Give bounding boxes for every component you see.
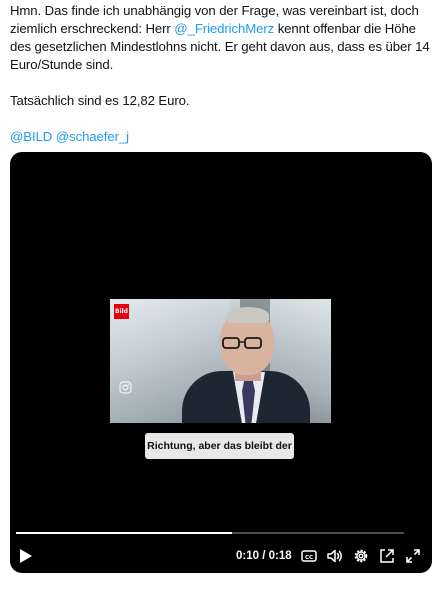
tweet-line-3: des gesetzlichen Mindestlohns nicht. Er … xyxy=(10,39,430,54)
speaker-hair xyxy=(227,307,269,323)
tweet-line-1: Hmn. Das finde ich unabhängig von der Fr… xyxy=(10,3,419,18)
fullscreen-icon[interactable] xyxy=(404,547,422,565)
volume-icon[interactable] xyxy=(326,547,344,565)
play-icon[interactable] xyxy=(19,548,33,564)
mention-bild-link[interactable]: @BILD xyxy=(10,129,52,144)
video-time: 0:10 / 0:18 xyxy=(236,550,292,562)
speaker-glasses xyxy=(222,337,262,349)
mention-friedrichmerz-link[interactable]: @_FriedrichMerz xyxy=(174,21,274,36)
popout-icon[interactable] xyxy=(378,547,396,565)
captions-icon[interactable]: CC xyxy=(300,547,318,565)
tweet-line-2-end: kennt offenbar die Höhe xyxy=(274,21,416,36)
tweet-line-4: Euro/Stunde sind. xyxy=(10,57,114,72)
video-frame[interactable]: Bild xyxy=(110,299,331,423)
progress-bar[interactable] xyxy=(16,532,404,534)
video-subtitle: Richtung, aber das bleibt der xyxy=(145,433,294,459)
settings-icon[interactable] xyxy=(352,547,370,565)
tweet-line-5: Tatsächlich sind es 12,82 Euro. xyxy=(10,93,190,108)
tweet-line-2: ziemlich erschreckend: Herr @_FriedrichM… xyxy=(10,20,438,38)
tweet-text: Hmn. Das finde ich unabhängig von der Fr… xyxy=(10,2,438,146)
video-player[interactable]: Bild Richtung, aber das bleibt der 0:10 … xyxy=(10,152,432,573)
progress-fill xyxy=(16,532,232,534)
tweet-mentions: @BILD @schaefer_j xyxy=(10,128,438,146)
tweet-line-2-start: ziemlich erschreckend: Herr xyxy=(10,21,175,36)
mention-schaefer-link[interactable]: @schaefer_j xyxy=(56,129,129,144)
svg-text:CC: CC xyxy=(305,555,313,561)
bild-logo: Bild xyxy=(114,304,129,319)
instagram-icon xyxy=(119,381,132,394)
